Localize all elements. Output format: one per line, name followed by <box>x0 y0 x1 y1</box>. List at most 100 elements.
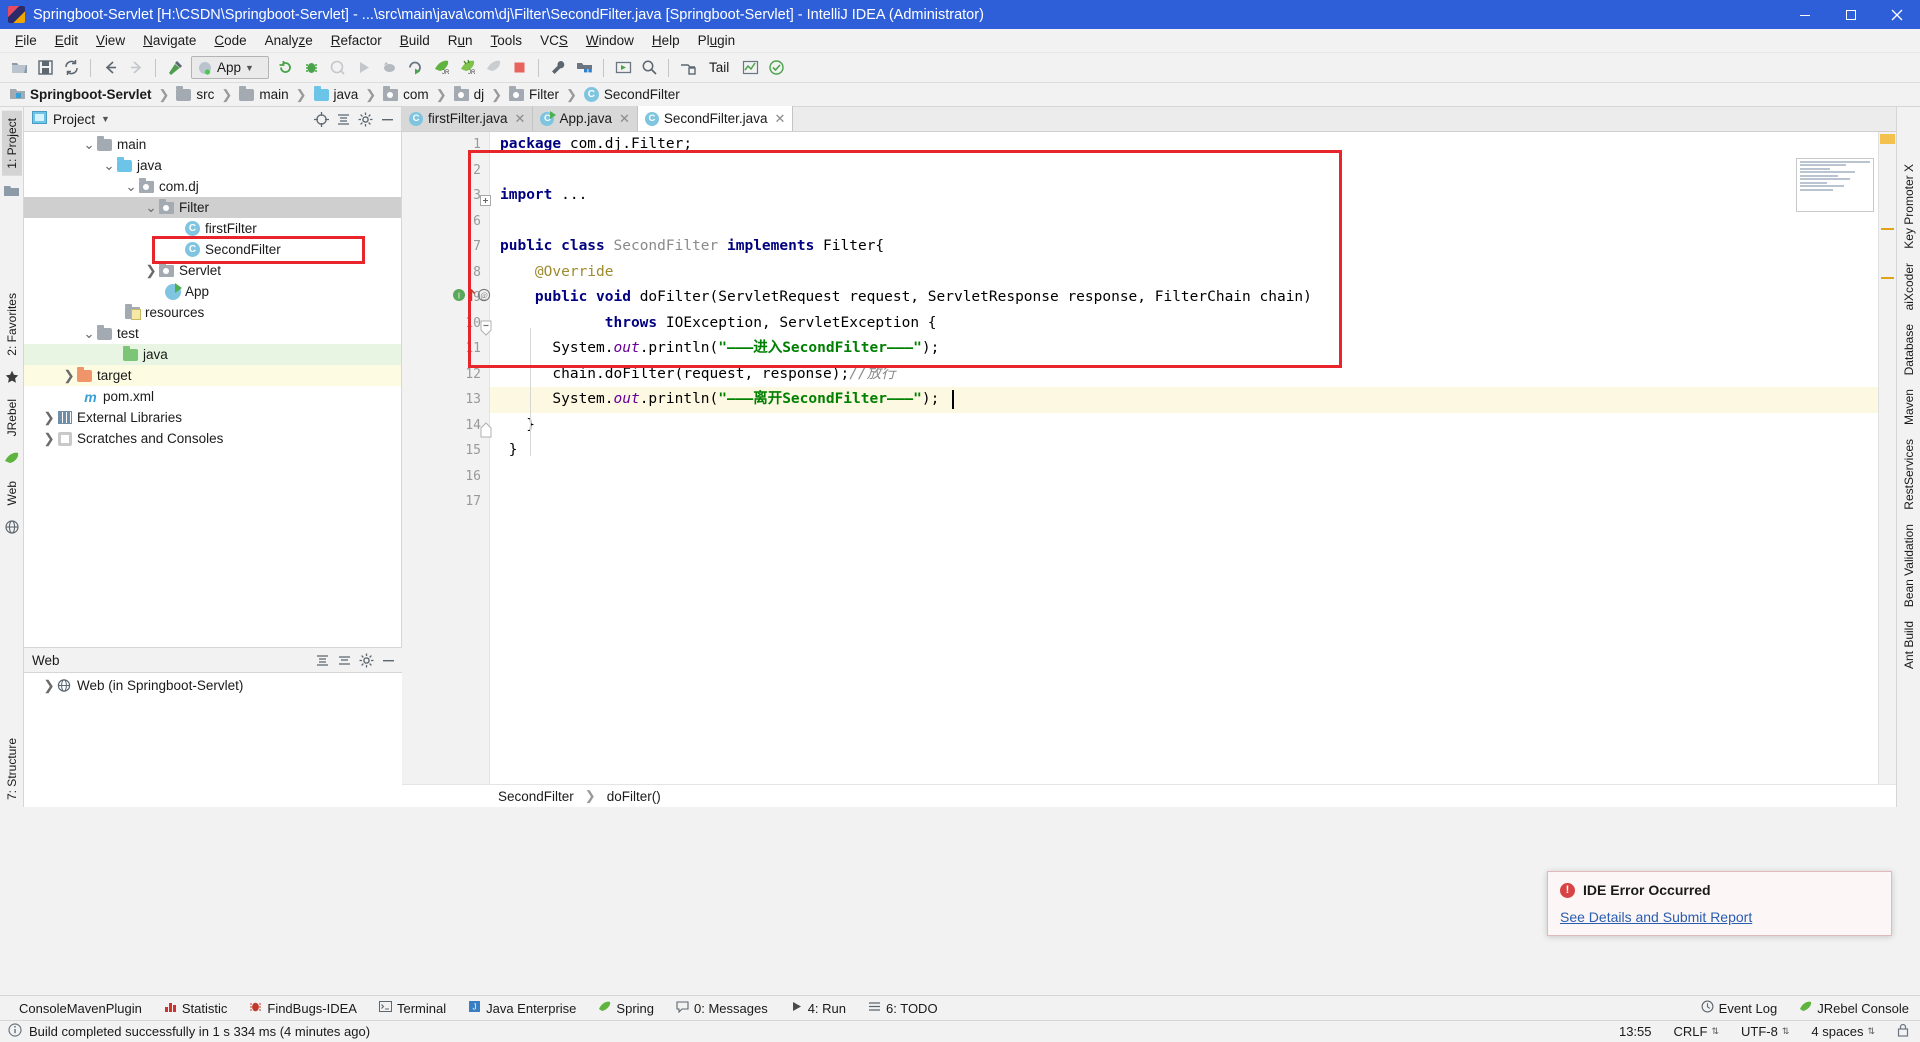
breadcrumb-item-project[interactable]: Springboot-Servlet <box>8 87 154 103</box>
tree-row-web-module[interactable]: ❯ Web (in Springboot-Servlet) <box>24 675 402 696</box>
settings-gear-icon[interactable] <box>355 109 375 129</box>
status-lock[interactable] <box>1886 1023 1920 1040</box>
tree-row-main[interactable]: ⌄ main <box>24 134 401 155</box>
web-globe-icon[interactable] <box>3 518 21 536</box>
tool-tab-aixcoder[interactable]: aiXcoder <box>1899 256 1919 317</box>
maximize-button[interactable] <box>1828 0 1874 29</box>
chevron-down-icon[interactable]: ▼ <box>245 63 254 73</box>
see-details-link[interactable]: See Details and Submit Report <box>1560 909 1879 925</box>
tree-row-java[interactable]: ⌄ java <box>24 155 401 176</box>
status-line-separator[interactable]: CRLF ⇅ <box>1663 1024 1731 1039</box>
tool-tab-jrebel[interactable]: JRebel <box>2 392 22 443</box>
chevron-right-icon[interactable]: ❯ <box>42 428 56 449</box>
tool-window-consolemavenplugin[interactable]: ConsoleMavenPlugin <box>8 1001 153 1016</box>
menu-refactor[interactable]: Refactor <box>322 31 391 50</box>
breadcrumb-item-secondfilter[interactable]: C SecondFilter <box>582 87 682 102</box>
sync-icon[interactable] <box>58 56 84 80</box>
tree-row-target[interactable]: ❯ target <box>24 365 401 386</box>
tool-window-java-enterprise[interactable]: J Java Enterprise <box>457 1000 587 1016</box>
menu-help[interactable]: Help <box>643 31 689 50</box>
tree-row-scratches-and-consoles[interactable]: ❯ Scratches and Consoles <box>24 428 401 449</box>
editor-breadcrumb-method[interactable]: doFilter() <box>607 789 661 804</box>
rerun-icon[interactable] <box>272 56 298 80</box>
tree-row-app[interactable]: App <box>24 281 401 302</box>
attach-profiler-icon[interactable] <box>376 56 402 80</box>
code-text[interactable]: package com.dj.Filter; import ... public… <box>490 132 1878 784</box>
run-icon[interactable] <box>350 56 376 80</box>
chevron-down-icon[interactable]: ▼ <box>101 114 110 124</box>
tree-row-secondfilter[interactable]: C SecondFilter <box>24 239 401 260</box>
menu-vcs[interactable]: VCS <box>531 31 577 50</box>
tool-window-run[interactable]: 4: Run <box>779 1000 857 1016</box>
chevron-down-icon[interactable]: ⌄ <box>82 323 96 344</box>
editor-gutter[interactable]: 1 2 3 6 7 8 9 10 11 12 13 14 15 16 17 I … <box>402 132 492 784</box>
breadcrumb-item-src[interactable]: src <box>174 85 216 102</box>
tree-row-com-dj[interactable]: ⌄ com.dj <box>24 176 401 197</box>
tree-row-filter[interactable]: ⌄ Filter <box>24 197 401 218</box>
jrebel-leaf-icon[interactable] <box>3 450 21 468</box>
warning-marker[interactable] <box>1881 277 1894 279</box>
tree-row-servlet[interactable]: ❯ Servlet <box>24 260 401 281</box>
close-button[interactable] <box>1874 0 1920 29</box>
status-encoding[interactable]: UTF-8 ⇅ <box>1730 1024 1800 1039</box>
status-indent[interactable]: 4 spaces ⇅ <box>1800 1024 1886 1039</box>
tree-row-pom-xml[interactable]: m pom.xml <box>24 386 401 407</box>
star-icon[interactable] <box>3 368 21 386</box>
hide-panel-icon[interactable] <box>378 650 398 670</box>
tool-tab-project[interactable]: 1: Project <box>1 111 22 176</box>
open-folder-icon[interactable] <box>6 56 32 80</box>
web-tree[interactable]: ❯ Web (in Springboot-Servlet) <box>24 673 402 807</box>
implemented-method-gutter-icons[interactable]: I @ <box>452 288 491 302</box>
tree-row-test[interactable]: ⌄ test <box>24 323 401 344</box>
check-circle-icon[interactable] <box>763 56 789 80</box>
project-structure-icon[interactable] <box>571 56 597 80</box>
menu-tools[interactable]: Tools <box>482 31 532 50</box>
tool-tab-ant-build[interactable]: Ant Build <box>1899 614 1919 676</box>
chart-icon[interactable] <box>737 56 763 80</box>
tool-tab-favorites[interactable]: 2: Favorites <box>2 286 22 363</box>
tool-window-statistic[interactable]: Statistic <box>153 1000 239 1016</box>
ide-error-notification[interactable]: ! IDE Error Occurred See Details and Sub… <box>1547 871 1892 936</box>
folder-icon[interactable] <box>3 182 21 200</box>
tool-tab-key-promoter-x[interactable]: Key Promoter X <box>1899 157 1919 256</box>
tool-window-todo[interactable]: 6: TODO <box>857 1000 949 1016</box>
tool-window-findbugs-idea[interactable]: FindBugs-IDEA <box>238 1000 368 1016</box>
inspection-status-indicator[interactable] <box>1880 134 1895 144</box>
code-editor[interactable]: 1 2 3 6 7 8 9 10 11 12 13 14 15 16 17 I … <box>402 132 1896 784</box>
tool-tab-restservices[interactable]: RestServices <box>1899 432 1919 517</box>
menu-run[interactable]: Run <box>439 31 482 50</box>
collapse-all-icon[interactable] <box>334 650 354 670</box>
breadcrumb-item-java[interactable]: java <box>312 85 361 102</box>
editor-tab-firstfilter[interactable]: C firstFilter.java ✕ <box>402 106 534 131</box>
menu-edit[interactable]: Edit <box>46 31 87 50</box>
run-with-profiler-icon[interactable] <box>402 56 428 80</box>
breadcrumb-item-com[interactable]: com <box>381 85 431 102</box>
editor-breadcrumb-class[interactable]: SecondFilter <box>498 789 574 804</box>
tool-tab-web[interactable]: Web <box>2 474 22 512</box>
chevron-right-icon[interactable]: ❯ <box>144 260 158 281</box>
menu-view[interactable]: View <box>87 31 134 50</box>
warning-marker[interactable] <box>1881 228 1894 230</box>
jrebel-inactive-icon[interactable] <box>480 56 506 80</box>
run-configuration-selector[interactable]: App ▼ <box>191 56 269 79</box>
menu-window[interactable]: Window <box>577 31 643 50</box>
tool-tab-database[interactable]: Database <box>1899 317 1919 382</box>
minimize-button[interactable] <box>1782 0 1828 29</box>
breadcrumb-item-dj[interactable]: dj <box>452 85 487 102</box>
chevron-down-icon[interactable]: ⌄ <box>102 155 116 176</box>
debug-icon[interactable] <box>298 56 324 80</box>
forward-arrow-icon[interactable] <box>123 56 149 80</box>
tool-tab-maven[interactable]: Maven <box>1899 382 1919 432</box>
close-icon[interactable]: ✕ <box>774 111 785 127</box>
menu-plugin[interactable]: Plugin <box>689 31 745 50</box>
editor-tab-app[interactable]: C App.java ✕ <box>533 106 638 131</box>
tool-window-terminal[interactable]: Terminal <box>368 1000 457 1016</box>
build-hammer-icon[interactable] <box>162 56 188 80</box>
menu-navigate[interactable]: Navigate <box>134 31 205 50</box>
expand-all-icon[interactable] <box>312 650 332 670</box>
chevron-down-icon[interactable]: ⌄ <box>124 176 138 197</box>
deploy-icon[interactable] <box>675 56 701 80</box>
breadcrumb-item-main[interactable]: main <box>237 85 290 102</box>
menu-analyze[interactable]: Analyze <box>256 31 322 50</box>
chevron-right-icon[interactable]: ❯ <box>42 675 56 696</box>
